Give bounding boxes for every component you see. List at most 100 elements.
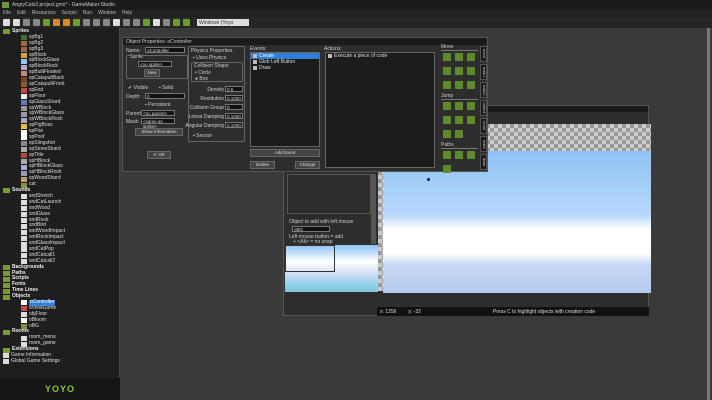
rooms-icon <box>3 329 10 335</box>
path-icon[interactable] <box>103 19 110 26</box>
change-event-button[interactable]: Change <box>295 161 320 169</box>
event-item[interactable]: Draw <box>251 65 319 71</box>
tab-score[interactable]: score <box>480 118 487 134</box>
object-icon <box>21 318 27 324</box>
main-scrollbar[interactable] <box>707 28 710 400</box>
action-icon[interactable] <box>467 151 475 159</box>
action-icon[interactable] <box>455 53 463 61</box>
action-icon[interactable] <box>467 116 475 124</box>
debug-icon[interactable] <box>53 19 60 26</box>
background-icon[interactable] <box>93 19 100 26</box>
menu-file[interactable]: File <box>3 10 11 17</box>
sprite-icon[interactable] <box>73 19 80 26</box>
run-icon[interactable] <box>43 19 50 26</box>
name-input[interactable] <box>145 47 185 53</box>
action-icon[interactable] <box>455 67 463 75</box>
action-icon[interactable] <box>443 116 451 124</box>
add-event-button[interactable]: Add Event <box>250 149 320 157</box>
menu-window[interactable]: Window <box>98 10 116 17</box>
object-instance[interactable] <box>427 178 430 181</box>
help-icon[interactable] <box>183 19 190 26</box>
category-icon <box>3 282 10 288</box>
solid-checkbox[interactable]: ▪ Solid <box>159 85 173 91</box>
action-icon[interactable] <box>443 102 451 110</box>
parent-select[interactable]: <no parent> <box>141 110 175 116</box>
action-icon[interactable] <box>467 102 475 110</box>
timeline-icon[interactable] <box>133 19 140 26</box>
room-canvas[interactable] <box>383 151 651 293</box>
settings-icon[interactable] <box>163 19 170 26</box>
sensor-checkbox[interactable]: ▪ Sensor <box>193 133 212 139</box>
target-select[interactable]: Windows (Yoyo Runner) <box>197 19 249 32</box>
events-list[interactable]: Create Glob Left Button Draw <box>250 52 320 147</box>
action-icon[interactable] <box>443 53 451 61</box>
action-item[interactable]: Execute a piece of code <box>326 53 434 59</box>
font-icon[interactable] <box>123 19 130 26</box>
menu-run[interactable]: Run <box>83 10 92 17</box>
visible-checkbox[interactable]: ✔ Visible <box>128 85 148 91</box>
depth-input[interactable] <box>145 93 185 99</box>
stop-icon[interactable] <box>63 19 70 26</box>
new-sprite-button[interactable]: New <box>144 69 160 77</box>
tab-move[interactable]: move <box>480 46 487 62</box>
object-icon[interactable] <box>143 19 150 26</box>
menu-scripts[interactable]: Scripts <box>62 10 77 17</box>
new-icon[interactable] <box>3 19 10 26</box>
open-icon[interactable] <box>13 19 20 26</box>
menu-help[interactable]: Help <box>122 10 132 17</box>
persistent-checkbox[interactable]: ▪ Persistent <box>145 102 170 108</box>
menu-edit[interactable]: Edit <box>17 10 26 17</box>
export-icon[interactable] <box>33 19 40 26</box>
object-properties-window: Object Properties: oController Name: Spr… <box>122 37 488 173</box>
tab-main1[interactable]: main1 <box>480 64 487 80</box>
action-group-paths: Paths <box>441 142 478 149</box>
physics-field-input[interactable] <box>225 122 243 128</box>
object-to-add-input[interactable] <box>292 226 330 232</box>
action-icon[interactable] <box>455 81 463 89</box>
action-icon[interactable] <box>455 102 463 110</box>
show-information-button[interactable]: Show Information <box>135 128 183 136</box>
uses-physics-checkbox[interactable]: ▪ Uses Physics <box>193 55 226 61</box>
sprite-icon <box>21 141 27 147</box>
action-icon[interactable] <box>455 116 463 124</box>
action-icon[interactable] <box>443 165 451 173</box>
action-icon[interactable] <box>443 130 451 138</box>
action-icon[interactable] <box>467 53 475 61</box>
objects-icon <box>3 294 10 300</box>
menu-resources[interactable]: Resources <box>32 10 56 17</box>
action-icon[interactable] <box>443 81 451 89</box>
sprite-icon <box>21 76 27 82</box>
minimap-viewport[interactable] <box>285 245 335 272</box>
physics-field-input[interactable] <box>225 86 243 92</box>
left-panel-scrollbar[interactable] <box>371 174 376 244</box>
action-icon[interactable] <box>443 151 451 159</box>
physics-field-input[interactable] <box>225 104 243 110</box>
tab-extra[interactable]: extra <box>480 136 487 152</box>
save-icon[interactable] <box>23 19 30 26</box>
tab-main2[interactable]: main2 <box>480 82 487 98</box>
physics-field-input[interactable] <box>225 113 243 119</box>
extension-icon[interactable] <box>173 19 180 26</box>
action-icon[interactable] <box>467 81 475 89</box>
box-radio[interactable]: ● Box <box>195 76 208 82</box>
room-icon[interactable] <box>153 19 160 26</box>
object-icon <box>21 300 27 306</box>
room-minimap[interactable] <box>285 245 378 292</box>
script-icon[interactable] <box>113 19 120 26</box>
ok-button[interactable]: ✔ OK <box>147 151 171 159</box>
action-icon[interactable] <box>467 67 475 75</box>
sound-icon[interactable] <box>83 19 90 26</box>
action-icon[interactable] <box>455 151 463 159</box>
tab-control[interactable]: control <box>480 100 487 116</box>
tab-draw[interactable]: draw <box>480 154 487 170</box>
tree-footer-item[interactable]: Global Game Settings <box>3 358 119 365</box>
sprite-select[interactable]: <no sprite> <box>138 61 172 67</box>
sound-icon <box>21 235 27 241</box>
physics-field-input[interactable] <box>225 95 243 101</box>
actions-list[interactable]: Execute a piece of code <box>325 52 435 168</box>
action-icon[interactable] <box>455 130 463 138</box>
x-readout: x: 1256 <box>380 309 397 315</box>
mask-select[interactable]: <same as sprite> <box>141 118 175 129</box>
action-icon[interactable] <box>443 67 451 75</box>
delete-event-button[interactable]: Delete <box>250 161 275 169</box>
